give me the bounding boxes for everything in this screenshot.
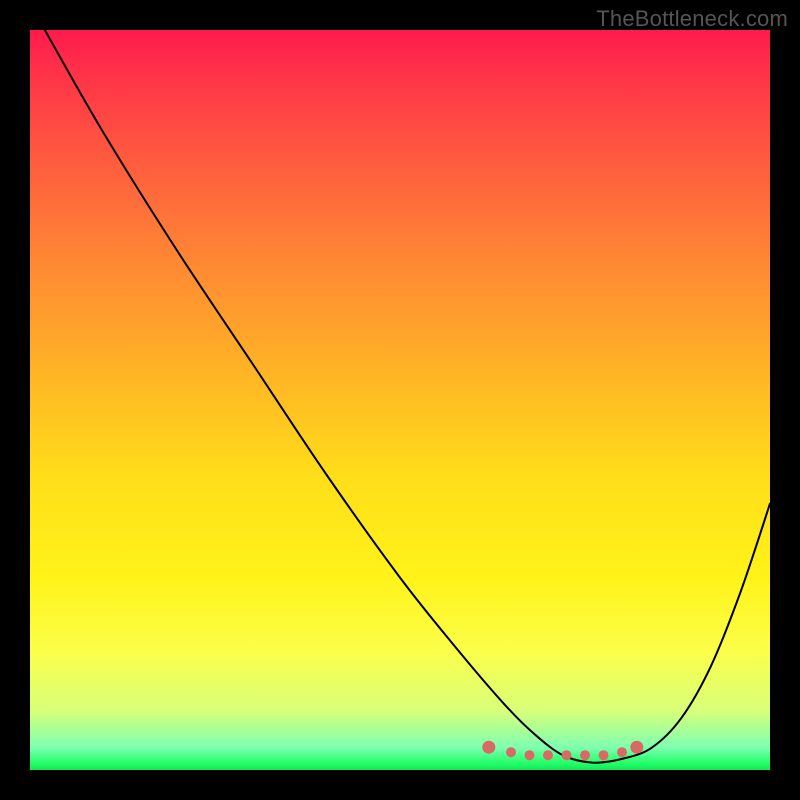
minimum-dot — [562, 750, 572, 760]
minimum-dot — [543, 750, 553, 760]
chart-svg — [30, 30, 770, 770]
minimum-dot — [506, 747, 516, 757]
minimum-dot — [599, 750, 609, 760]
bottleneck-curve — [45, 30, 770, 763]
minimum-dot — [580, 750, 590, 760]
minimum-dot — [482, 741, 495, 754]
minimum-dot — [617, 747, 627, 757]
minimum-dot — [525, 750, 535, 760]
watermark-text: TheBottleneck.com — [596, 6, 788, 32]
minimum-markers — [482, 741, 643, 761]
minimum-dot — [630, 741, 643, 754]
chart-plot-area — [30, 30, 770, 770]
